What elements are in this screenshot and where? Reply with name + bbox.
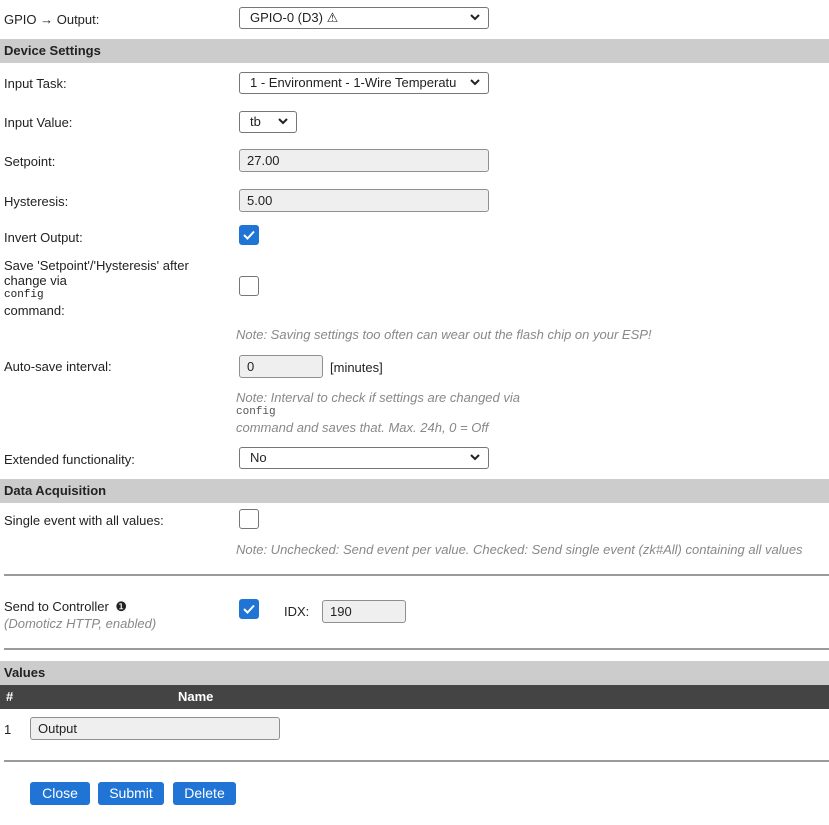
close-button[interactable]: Close [30,782,90,805]
save-after-change-code: config [4,289,44,301]
chevron-down-icon [278,118,288,125]
auto-save-label: Auto-save interval: [4,359,112,374]
gpio-label: GPIO → Output: [4,12,100,27]
input-task-label: Input Task: [4,76,67,91]
save-after-change-line1: Save 'Setpoint'/'Hysteresis' after [4,258,189,273]
col-name-header: Name [178,689,214,704]
value-row-num: 1 [4,722,12,737]
flash-wear-note: Note: Saving settings too often can wear… [236,327,652,342]
extended-functionality-label: Extended functionality: [4,452,135,467]
extended-functionality-select[interactable]: No [239,447,489,469]
values-table-header: # Name [0,685,829,709]
value-name-input[interactable]: Output [30,717,280,740]
idx-input[interactable]: 190 [322,600,406,623]
info-icon[interactable]: ❶ [115,599,127,614]
section-values: Values [0,661,829,685]
send-to-controller-checkbox[interactable] [239,599,259,619]
auto-save-unit: [minutes] [330,360,383,375]
save-after-change-label: Save 'Setpoint'/'Hysteresis' after chang… [4,258,189,318]
auto-save-input[interactable]: 0 [239,355,323,378]
auto-save-note: Note: Interval to check if settings are … [236,390,520,435]
input-value-label: Input Value: [4,115,73,130]
submit-button[interactable]: Submit [98,782,164,805]
auto-save-note-line2: command and saves that. Max. 24h, 0 = Of… [236,420,489,435]
section-data-acquisition: Data Acquisition [0,479,829,503]
divider [4,574,829,576]
setpoint-input[interactable]: 27.00 [239,149,489,172]
divider [4,760,829,762]
controller-sublabel: (Domoticz HTTP, enabled) [4,616,157,631]
idx-label: IDX: [284,604,310,619]
checkmark-icon [243,604,255,614]
save-after-change-line3: command: [4,303,65,318]
hysteresis-label: Hysteresis: [4,194,69,209]
gpio-select[interactable]: GPIO-0 (D3) ⚠ [239,7,489,29]
checkmark-icon [243,230,255,240]
input-value-select[interactable]: tb [239,111,297,133]
hysteresis-input[interactable]: 5.00 [239,189,489,212]
chevron-down-icon [470,14,480,21]
gpio-select-value: GPIO-0 (D3) ⚠ [250,10,339,25]
save-after-change-line2: change via [4,273,67,288]
extended-functionality-value: No [250,450,267,465]
invert-output-checkbox[interactable] [239,225,259,245]
chevron-down-icon [470,454,480,461]
invert-output-label: Invert Output: [4,230,83,245]
input-task-select[interactable]: 1 - Environment - 1-Wire Temperatu [239,72,489,94]
save-after-change-checkbox[interactable] [239,276,259,296]
input-value-value: tb [250,114,261,129]
col-num-header: # [6,689,14,704]
setpoint-label: Setpoint: [4,154,56,169]
delete-button[interactable]: Delete [173,782,236,805]
section-device-settings: Device Settings [0,39,829,63]
single-event-label: Single event with all values: [4,513,164,528]
chevron-down-icon [470,79,480,86]
input-task-value: 1 - Environment - 1-Wire Temperatu [250,75,457,90]
send-to-controller-text: Send to Controller [4,599,109,614]
single-event-checkbox[interactable] [239,509,259,529]
send-to-controller-label: Send to Controller ❶ [4,599,127,615]
divider [4,648,829,650]
auto-save-note-line1: Note: Interval to check if settings are … [236,390,520,405]
single-event-note: Note: Unchecked: Send event per value. C… [236,542,803,557]
auto-save-note-code: config [236,406,276,418]
